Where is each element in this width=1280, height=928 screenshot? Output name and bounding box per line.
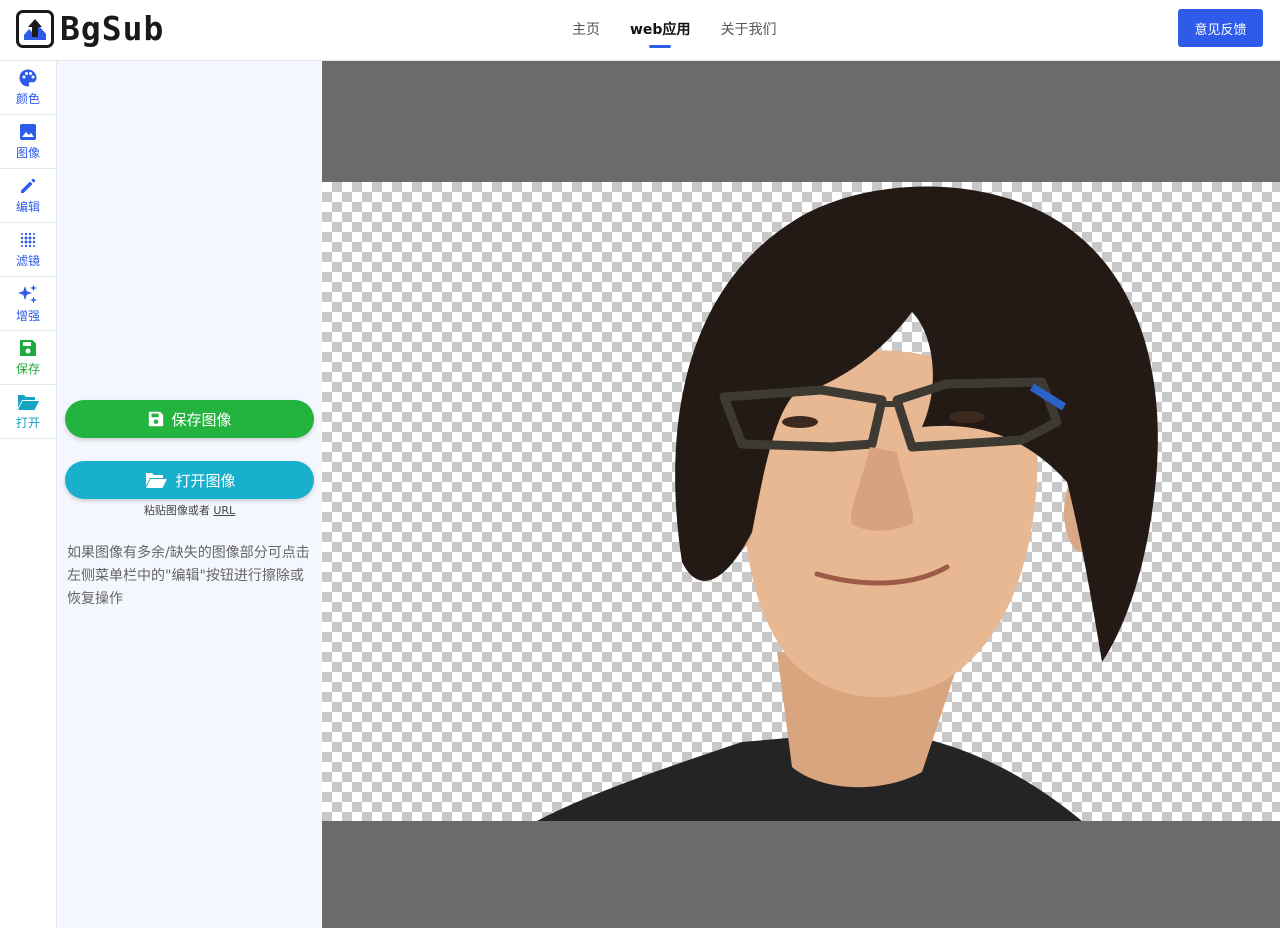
paste-hint-text: 粘贴图像或者 [143, 504, 210, 517]
open-image-label: 打开图像 [175, 471, 236, 490]
tool-save[interactable]: 保存 [0, 331, 56, 385]
floppy-icon [20, 340, 36, 356]
tool-enhance[interactable]: 增强 [0, 277, 56, 331]
tool-save-label: 保存 [15, 362, 40, 376]
logo-upload-icon [16, 10, 54, 48]
sparkle-icon [18, 284, 37, 304]
paste-url-link[interactable]: URL [213, 504, 235, 517]
tool-filter[interactable]: 滤镜 [0, 223, 56, 277]
tool-edit[interactable]: 编辑 [0, 169, 56, 223]
tool-image-label: 图像 [15, 146, 40, 160]
open-image-button[interactable]: 打开图像 [65, 461, 314, 499]
left-toolbar: 颜色 图像 编辑 滤镜 增强 保存 打开 [0, 61, 57, 928]
tool-open[interactable]: 打开 [0, 385, 56, 439]
help-text: 如果图像有多余/缺失的图像部分可点击左侧菜单栏中的"编辑"按钮进行擦除或恢复操作 [67, 545, 310, 607]
nav-web-app[interactable]: web应用 [630, 20, 690, 40]
image-icon [20, 124, 36, 140]
dots-grid-icon [20, 232, 36, 248]
pencil-icon [21, 178, 36, 193]
logo-text: BgSub [60, 9, 165, 48]
tool-color-label: 颜色 [15, 92, 40, 106]
logo[interactable]: BgSub [16, 9, 164, 49]
main-nav: 主页 web应用 关于我们 [572, 0, 776, 60]
nav-about[interactable]: 关于我们 [720, 20, 776, 40]
tool-image[interactable]: 图像 [0, 115, 56, 169]
feedback-button[interactable]: 意见反馈 [1178, 9, 1263, 47]
save-image-button[interactable]: 保存图像 [65, 400, 314, 438]
paste-hint: 粘贴图像或者 URL [57, 502, 322, 518]
tool-color[interactable]: 颜色 [0, 61, 56, 115]
folder-open-icon [18, 395, 39, 410]
tool-enhance-label: 增强 [15, 309, 40, 323]
side-panel: 保存图像 打开图像 粘贴图像或者 URL 如果图像有多余/缺失的图像部分可点击左… [57, 61, 322, 928]
folder-open-icon [146, 473, 168, 488]
tool-open-label: 打开 [15, 416, 40, 430]
palette-icon [19, 69, 37, 87]
tool-edit-label: 编辑 [15, 200, 40, 214]
top-header: BgSub 主页 web应用 关于我们 意见反馈 [0, 0, 1280, 61]
nav-home[interactable]: 主页 [572, 20, 600, 40]
portrait-image [537, 186, 1158, 821]
save-image-label: 保存图像 [171, 410, 232, 429]
tool-filter-label: 滤镜 [15, 254, 40, 268]
floppy-icon [149, 411, 164, 427]
image-preview[interactable] [322, 182, 1280, 821]
editor-canvas[interactable] [322, 61, 1280, 928]
